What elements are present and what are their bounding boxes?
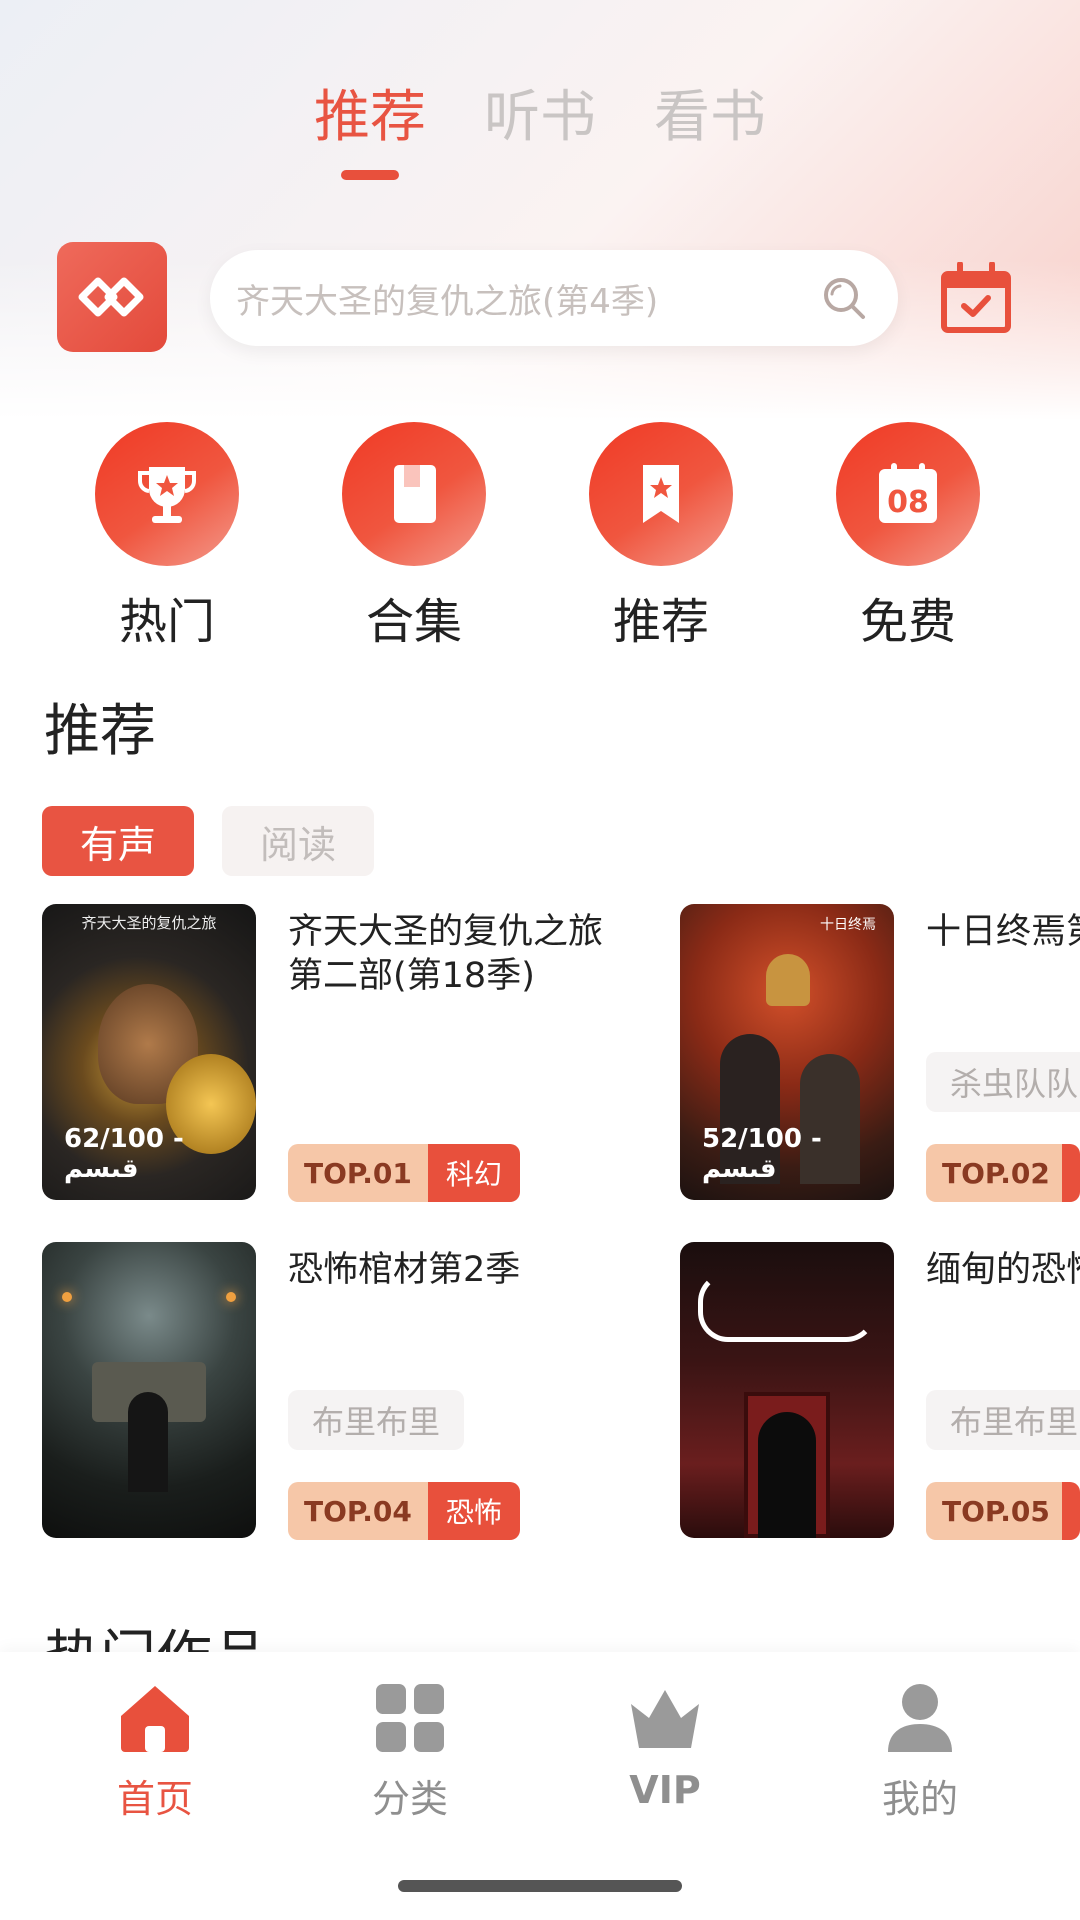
home-indicator [398, 1880, 682, 1892]
grid-icon [376, 1684, 444, 1752]
book-cover[interactable]: 十日终焉 52/100 - قىسم [680, 904, 894, 1200]
nav-label: 分类 [371, 1777, 448, 1821]
author-label: 布里布里 [926, 1390, 1080, 1450]
calendar-checkin-icon[interactable] [940, 262, 1012, 334]
rank-label: TOP.04 [288, 1482, 428, 1540]
book-cover[interactable] [42, 1242, 256, 1538]
book-title[interactable]: 齐天大圣的复仇之旅第二部(第18季) [288, 910, 628, 998]
book-icon [342, 422, 486, 566]
play-progress: 62/100 - قىسم [64, 1124, 184, 1184]
quick-entry-hot[interactable]: 热门 [82, 422, 252, 652]
book-title[interactable]: 缅甸的恐怖 [926, 1248, 1080, 1292]
search-bar[interactable]: 齐天大圣的复仇之旅(第4季) [210, 250, 898, 346]
cover-art [698, 1272, 876, 1342]
quick-entry-label: 热门 [118, 594, 215, 650]
author-label: 布里布里 [288, 1390, 465, 1450]
book-card[interactable]: 齐天大圣的复仇之旅 62/100 - قىسم [42, 904, 256, 1200]
header-gradient-background [0, 0, 1080, 420]
top-tab-bar: 推荐 听书 看书 [0, 78, 1080, 198]
quick-entry-label: 合集 [365, 594, 462, 650]
nav-profile[interactable]: 我的 [835, 1682, 1005, 1823]
book-title[interactable]: 恐怖棺材第2季 [288, 1248, 628, 1292]
rank-label: TOP.02 [926, 1144, 1062, 1202]
section-title-recommend: 推荐 [44, 699, 156, 764]
quick-entry-recommend[interactable]: 推荐 [576, 422, 746, 652]
search-input[interactable]: 齐天大圣的复仇之旅(第4季) [236, 274, 820, 323]
calendar-badge: 08 [887, 485, 929, 520]
cover-art [758, 1412, 816, 1538]
cover-art [128, 1392, 168, 1492]
bookmark-star-icon [589, 422, 733, 566]
nav-home[interactable]: 首页 [70, 1682, 240, 1823]
cover-caption: 齐天大圣的复仇之旅 [81, 914, 217, 932]
cover-art [766, 954, 810, 1006]
home-icon [121, 1686, 189, 1752]
quick-entry-collection[interactable]: 合集 [329, 422, 499, 652]
cover-art [226, 1292, 236, 1302]
trophy-icon [95, 422, 239, 566]
cover-caption: 十日终焉 [820, 917, 876, 933]
crown-icon [631, 1690, 699, 1748]
cover-art [62, 1292, 72, 1302]
category-label [1062, 1482, 1080, 1540]
quick-entry-row: 热门 合集 推荐 08 免费 [0, 422, 1080, 662]
app-logo [57, 242, 167, 352]
quick-entry-label: 免费 [859, 594, 956, 650]
rank-tag: TOP.01 科幻 [288, 1144, 520, 1202]
book-card[interactable] [680, 1242, 894, 1538]
quick-entry-free[interactable]: 08 免费 [823, 422, 993, 652]
category-label: 科幻 [427, 1144, 520, 1202]
rank-tag: TOP.04 恐怖 [288, 1482, 520, 1540]
category-label [1062, 1144, 1080, 1202]
book-cover[interactable]: 齐天大圣的复仇之旅 62/100 - قىسم [42, 904, 256, 1200]
logo-icon [78, 277, 144, 317]
nav-label: 首页 [116, 1777, 193, 1821]
book-title[interactable]: 十日终焉第 [926, 910, 1080, 954]
subtab-audio[interactable]: 有声 [42, 806, 194, 876]
book-card[interactable]: 十日终焉 52/100 - قىسم [680, 904, 894, 1200]
book-cover[interactable] [680, 1242, 894, 1538]
tab-read[interactable]: 看书 [654, 78, 766, 198]
search-icon[interactable] [820, 274, 868, 322]
nav-category[interactable]: 分类 [325, 1682, 495, 1823]
rank-label: TOP.05 [926, 1482, 1062, 1540]
category-label: 恐怖 [427, 1482, 520, 1540]
user-icon [888, 1684, 952, 1752]
author-label: 杀虫队队 [926, 1052, 1080, 1112]
nav-label: 我的 [881, 1777, 958, 1821]
nav-label: VIP [629, 1768, 701, 1812]
rank-tag: TOP.02 [926, 1144, 1080, 1202]
book-card[interactable] [42, 1242, 256, 1538]
play-progress: 52/100 - قىسم [702, 1124, 822, 1184]
tab-listen[interactable]: 听书 [484, 78, 596, 198]
nav-vip[interactable]: VIP [580, 1682, 750, 1812]
rank-label: TOP.01 [288, 1144, 428, 1202]
calendar-08-icon: 08 [836, 422, 980, 566]
tab-recommend[interactable]: 推荐 [314, 78, 426, 198]
subtab-reading[interactable]: 阅读 [222, 806, 374, 876]
quick-entry-label: 推荐 [612, 594, 709, 650]
rank-tag: TOP.05 [926, 1482, 1080, 1540]
